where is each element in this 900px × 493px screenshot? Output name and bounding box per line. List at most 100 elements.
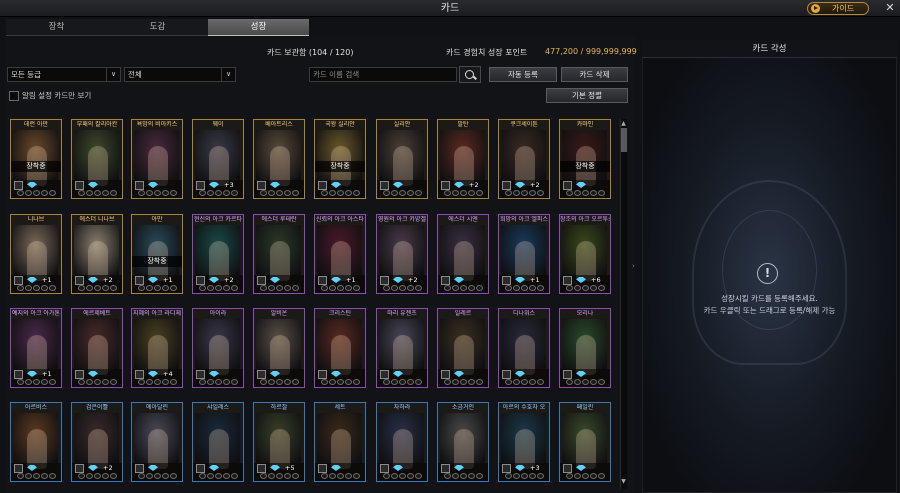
type-dropdown[interactable]: 전체 ∨: [124, 67, 236, 82]
card-slot-icon: [135, 464, 144, 473]
card-item[interactable]: 국왕 실리안 장착중: [314, 119, 366, 199]
card-art: [256, 130, 301, 186]
sort-button[interactable]: 기본 정렬: [546, 88, 628, 103]
card-art: [134, 225, 179, 281]
card-item[interactable]: 창조의 아크 오르투스 +6: [559, 214, 611, 294]
card-item[interactable]: 일레르: [437, 308, 489, 388]
card-name: 마리 유젠츠: [387, 310, 417, 317]
card-item[interactable]: 마리 유젠츠: [376, 308, 428, 388]
card-art: [13, 319, 58, 375]
card-art: [379, 130, 424, 186]
card-item[interactable]: 발탄 +2: [437, 119, 489, 199]
tab-growth[interactable]: 성장: [208, 19, 309, 36]
card-item[interactable]: 쿠크세이튼 +2: [498, 119, 550, 199]
tab-collection[interactable]: 도감: [107, 19, 208, 36]
card-item[interactable]: 욕망의 비아키스: [131, 119, 183, 199]
card-slot-icon: [380, 276, 389, 285]
card-item[interactable]: 아르비스: [10, 402, 62, 482]
awaken-star-icon: [268, 473, 275, 479]
card-item[interactable]: 에르제베트: [71, 308, 123, 388]
card-item[interactable]: 니나브 +1: [10, 214, 62, 294]
awaken-star-icon: [138, 285, 145, 291]
card-item[interactable]: 부패의 칼리아칸: [71, 119, 123, 199]
card-item[interactable]: 카마인 장착중: [559, 119, 611, 199]
auto-register-button[interactable]: 자동 등록: [489, 67, 557, 82]
card-item[interactable]: 영원의 아크 카양겔 +2: [376, 214, 428, 294]
awaken-star-icon: [505, 473, 512, 479]
card-art: [256, 319, 301, 375]
card-item[interactable]: 예지의 아크 아가톤 +1: [10, 308, 62, 388]
card-item[interactable]: 검은이빨 +2: [71, 402, 123, 482]
card-item[interactable]: 아이라: [192, 308, 244, 388]
card-item[interactable]: 에아달린: [131, 402, 183, 482]
card-item[interactable]: 소금거인: [437, 402, 489, 482]
awaken-star-icon: [162, 190, 169, 196]
awaken-star-icon: [590, 190, 597, 196]
awaken-star-icon: [25, 285, 32, 291]
awaken-star-icon: [207, 379, 214, 385]
awaken-stars: [17, 285, 57, 291]
card-item[interactable]: 희망의 아크 엘피스 +1: [498, 214, 550, 294]
scroll-up-icon[interactable]: ▲: [620, 120, 627, 127]
card-name: 샤일레스: [206, 404, 230, 411]
card-item[interactable]: 에스더 시엔: [437, 214, 489, 294]
card-item[interactable]: 자하라: [376, 402, 428, 482]
awaken-star-icon: [460, 379, 467, 385]
alert-only-checkbox[interactable]: [9, 91, 19, 101]
awaken-message-2: 카드 우클릭 또는 드래그로 등록/해제 가능: [703, 306, 836, 315]
card-item[interactable]: 하르잘 +5: [253, 402, 305, 482]
awaken-star-icon: [102, 379, 109, 385]
delete-card-button[interactable]: 카드 삭제: [561, 67, 628, 82]
awaken-star-icon: [110, 285, 117, 291]
guide-button[interactable]: 가이드: [807, 2, 869, 15]
card-item[interactable]: 세트: [314, 402, 366, 482]
awaken-star-icon: [49, 285, 56, 291]
awaken-star-icon: [110, 473, 117, 479]
tab-equip[interactable]: 장착: [6, 19, 107, 36]
card-item[interactable]: 디나위스: [498, 308, 550, 388]
awaken-stars: [566, 473, 606, 479]
grade-dropdown[interactable]: 모든 등급 ∨: [7, 67, 121, 82]
card-item[interactable]: 페일린: [559, 402, 611, 482]
scrollbar[interactable]: [620, 119, 627, 489]
card-item[interactable]: 샤일레스: [192, 402, 244, 482]
awaken-star-icon: [582, 379, 589, 385]
awaken-stars: [17, 473, 57, 479]
card-item[interactable]: 에스더 니나브 +2: [71, 214, 123, 294]
card-item[interactable]: 베아트리스: [253, 119, 305, 199]
card-slot-icon: [502, 370, 511, 379]
awaken-star-icon: [444, 190, 451, 196]
awaken-star-icon: [321, 473, 328, 479]
card-art: [195, 319, 240, 375]
card-item[interactable]: 실리안: [376, 119, 428, 199]
card-art: [562, 130, 607, 186]
card-art: [562, 225, 607, 281]
awaken-stars: [444, 473, 484, 479]
card-slot-icon: [257, 276, 266, 285]
card-item[interactable]: 에스더 루테란: [253, 214, 305, 294]
card-item[interactable]: 아르의 수호자 오 +3: [498, 402, 550, 482]
card-item[interactable]: 현신의 아크 카르타 +2: [192, 214, 244, 294]
card-art: [195, 130, 240, 186]
card-item[interactable]: 데런 아만 장착중: [10, 119, 62, 199]
card-name: 국왕 실리안: [325, 121, 355, 128]
awaken-star-icon: [284, 285, 291, 291]
scroll-down-icon[interactable]: ▼: [620, 478, 627, 485]
card-plus-count: +2: [103, 276, 113, 284]
card-search-input[interactable]: 카드 이름 검색: [309, 67, 457, 82]
grade-value: 모든 등급: [11, 70, 41, 79]
awaken-star-icon: [598, 190, 605, 196]
card-item[interactable]: 신뢰의 아크 아스타 +1: [314, 214, 366, 294]
close-button[interactable]: ✕: [883, 0, 897, 16]
search-icon[interactable]: [459, 66, 481, 83]
card-item[interactable]: 모리나: [559, 308, 611, 388]
card-item[interactable]: 웨이 +3: [192, 119, 244, 199]
awaken-star-icon: [383, 473, 390, 479]
scrollbar-thumb[interactable]: [621, 128, 627, 152]
card-item[interactable]: 크리스틴: [314, 308, 366, 388]
card-name: 에스더 루테란: [261, 216, 297, 223]
card-item[interactable]: 아만 장착중 +1: [131, 214, 183, 294]
card-item[interactable]: 지혜의 아크 라디체 +4: [131, 308, 183, 388]
awaken-star-icon: [223, 285, 230, 291]
card-item[interactable]: 알비온: [253, 308, 305, 388]
